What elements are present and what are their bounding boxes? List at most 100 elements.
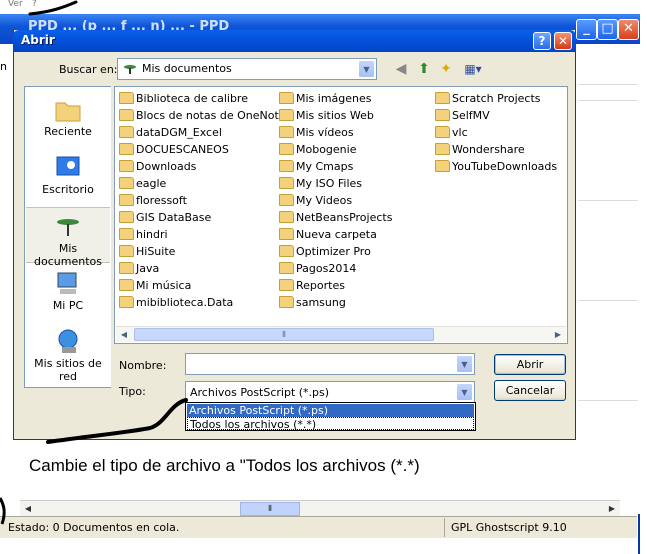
file-item[interactable]: Downloads — [119, 158, 286, 175]
file-name-input[interactable]: ▼ — [185, 353, 475, 375]
file-type-option-ps[interactable]: Archivos PostScript (*.ps) — [187, 404, 474, 417]
file-list-scrollbar[interactable]: ◀ ⦀ ▶ — [116, 326, 566, 342]
file-name: Downloads — [136, 160, 197, 173]
file-list[interactable]: Biblioteca de calibre Blocs de notas de O… — [114, 86, 568, 344]
file-item[interactable]: SelfMV — [435, 107, 557, 124]
chevron-down-icon[interactable]: ▼ — [456, 355, 473, 373]
file-item[interactable]: Wondershare — [435, 141, 557, 158]
open-button[interactable]: Abrir — [494, 354, 566, 375]
file-item[interactable]: mibiblioteca.Data — [119, 294, 286, 311]
file-item[interactable]: NetBeansProjects — [279, 209, 392, 226]
file-name: hindri — [136, 228, 168, 241]
file-item[interactable]: vlc — [435, 124, 557, 141]
place-recent[interactable]: Reciente — [26, 91, 110, 147]
file-item[interactable]: My Cmaps — [279, 158, 392, 175]
maximize-button[interactable]: □ — [597, 19, 618, 40]
file-name-label: Nombre: — [119, 359, 167, 372]
menu-item-ver[interactable]: Ver — [8, 0, 23, 9]
file-item[interactable]: Scratch Projects — [435, 90, 557, 107]
file-item[interactable]: Reportes — [279, 277, 392, 294]
background-horizontal-scrollbar[interactable]: ◀ ⦀ ▶ — [20, 500, 620, 516]
view-menu-icon[interactable]: ▦▾ — [460, 60, 486, 78]
file-type-combo[interactable]: Archivos PostScript (*.ps) ▼ — [185, 381, 475, 403]
file-name: Pagos2014 — [296, 262, 357, 275]
file-name: Scratch Projects — [452, 92, 541, 105]
file-name: mibiblioteca.Data — [136, 296, 234, 309]
folder-icon — [119, 92, 134, 104]
look-in-label: Buscar en: — [59, 63, 118, 76]
file-item[interactable]: YouTubeDownloads — [435, 158, 557, 175]
background-close-button[interactable]: ✕ — [618, 19, 639, 40]
file-item[interactable]: Mobogenie — [279, 141, 392, 158]
file-item[interactable]: Mis vídeos — [279, 124, 392, 141]
places-bar: Reciente Escritorio Mis documentos Mi PC… — [24, 86, 111, 388]
scroll-thumb[interactable]: ⦀ — [240, 502, 300, 516]
dialog-title-bar: Abrir ? ✕ — [13, 30, 576, 52]
file-item[interactable]: DOCUESCANEOS — [119, 141, 286, 158]
folder-icon — [279, 228, 294, 240]
folder-icon — [119, 296, 134, 308]
scroll-left-icon[interactable]: ◀ — [20, 501, 36, 517]
file-item[interactable]: eagle — [119, 175, 286, 192]
background-menu-bar: Ver ? — [0, 0, 647, 14]
file-item[interactable]: Pagos2014 — [279, 260, 392, 277]
new-folder-icon[interactable]: ✦ — [437, 60, 455, 78]
file-item[interactable]: Mis imágenes — [279, 90, 392, 107]
look-in-combo[interactable]: Mis documentos ▼ — [117, 58, 377, 80]
file-item[interactable]: Mi música — [119, 277, 286, 294]
back-icon[interactable]: ◀ — [392, 60, 410, 78]
file-item[interactable]: Biblioteca de calibre — [119, 90, 286, 107]
file-item[interactable]: Nueva carpeta — [279, 226, 392, 243]
folder-icon — [435, 92, 450, 104]
scroll-thumb[interactable]: ⦀ — [134, 328, 434, 341]
scroll-right-icon[interactable]: ▶ — [604, 501, 620, 517]
folder-icon — [279, 92, 294, 104]
folder-icon — [119, 211, 134, 223]
file-name: Mobogenie — [296, 143, 357, 156]
file-type-value: Archivos PostScript (*.ps) — [190, 386, 330, 399]
file-item[interactable]: samsung — [279, 294, 392, 311]
file-item[interactable]: Mis sitios Web — [279, 107, 392, 124]
folder-icon — [279, 245, 294, 257]
file-item[interactable]: My ISO Files — [279, 175, 392, 192]
file-item[interactable]: dataDGM_Excel — [119, 124, 286, 141]
place-desktop[interactable]: Escritorio — [26, 149, 110, 205]
file-type-dropdown: Archivos PostScript (*.ps) Todos los arc… — [185, 402, 476, 431]
dialog-close-button[interactable]: ✕ — [554, 32, 572, 50]
folder-icon — [279, 279, 294, 291]
file-name: SelfMV — [452, 109, 490, 122]
folder-icon — [279, 211, 294, 223]
help-button[interactable]: ? — [533, 32, 551, 50]
file-name: Mis vídeos — [296, 126, 354, 139]
place-label: Mis sitios de red — [34, 357, 102, 383]
file-item[interactable]: floressoft — [119, 192, 286, 209]
minimize-button[interactable]: _ — [576, 19, 597, 40]
cancel-button[interactable]: Cancelar — [494, 380, 566, 401]
file-item[interactable]: Java — [119, 260, 286, 277]
file-item[interactable]: HiSuite — [119, 243, 286, 260]
file-item[interactable]: Optimizer Pro — [279, 243, 392, 260]
scroll-right-icon[interactable]: ▶ — [550, 327, 566, 342]
file-type-option-all[interactable]: Todos los archivos (*.*) — [187, 417, 474, 431]
file-item[interactable]: My Videos — [279, 192, 392, 209]
file-name: DOCUESCANEOS — [136, 143, 229, 156]
file-item[interactable]: Blocs de notas de OneNote — [119, 107, 286, 124]
up-folder-icon[interactable]: ⬆ — [415, 60, 433, 78]
folder-icon — [279, 109, 294, 121]
folder-icon — [119, 262, 134, 274]
file-item[interactable]: GIS DataBase — [119, 209, 286, 226]
file-name: My Cmaps — [296, 160, 354, 173]
folder-icon — [119, 160, 134, 172]
place-network[interactable]: Mis sitios de red — [26, 323, 110, 383]
instruction-text: Cambie el tipo de archivo a "Todos los a… — [29, 456, 420, 475]
chevron-down-icon[interactable]: ▼ — [358, 60, 375, 78]
folder-icon — [279, 296, 294, 308]
file-name: GIS DataBase — [136, 211, 212, 224]
place-my-computer[interactable]: Mi PC — [26, 265, 110, 321]
menu-item-help[interactable]: ? — [32, 0, 37, 9]
place-label: Escritorio — [42, 183, 94, 196]
scroll-left-icon[interactable]: ◀ — [116, 327, 132, 342]
file-item[interactable]: hindri — [119, 226, 286, 243]
place-my-documents[interactable]: Mis documentos — [26, 207, 110, 268]
chevron-down-icon[interactable]: ▼ — [456, 383, 473, 401]
